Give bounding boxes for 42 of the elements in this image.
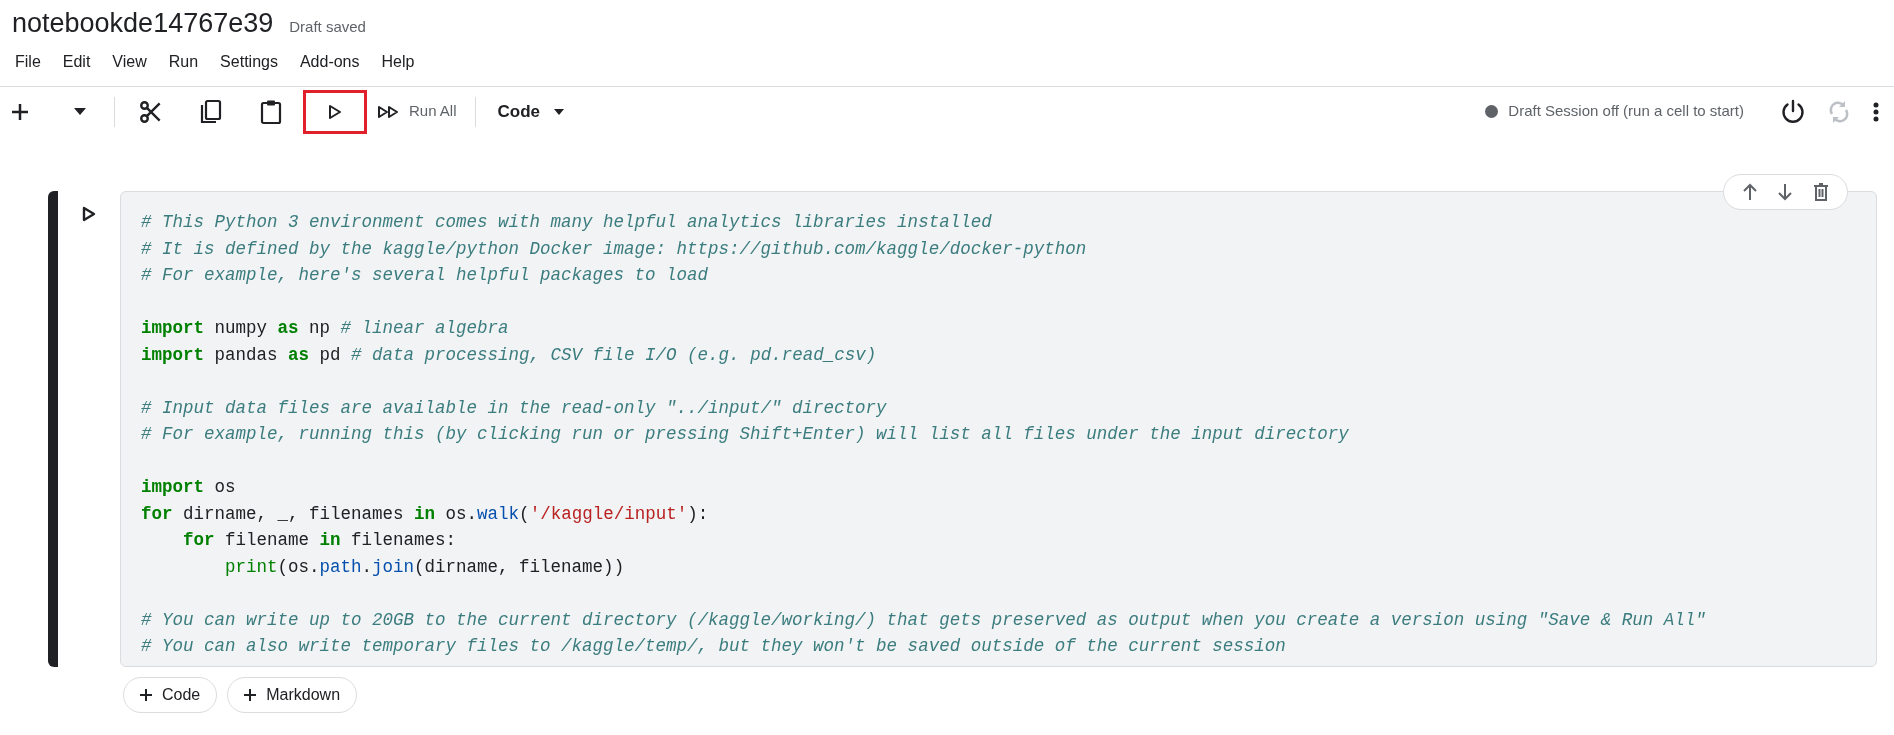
code-line: print(os.path.join(dirname, filename)) xyxy=(224,555,625,579)
code-line: # It is defined by the kaggle/python Docker image: https://github.com/kaggle/docker-python xyxy=(141,237,1087,261)
copy-icon xyxy=(199,98,223,125)
menu-item[interactable]: View xyxy=(101,48,158,76)
kebab-menu-icon xyxy=(1873,101,1879,122)
menu-item[interactable]: Settings xyxy=(209,48,289,76)
run-all-button[interactable]: Run All xyxy=(377,93,457,130)
plus-icon xyxy=(140,689,152,701)
refresh-icon xyxy=(1828,98,1850,125)
code-line: # This Python 3 environment comes with many helpful analytics libraries installed xyxy=(141,211,992,234)
arrow-down-icon xyxy=(1777,183,1794,201)
caret-icon xyxy=(554,108,565,115)
trash-icon xyxy=(1813,183,1830,201)
code-line: # You can also write temporary files to /kaggle/temp/, but they won't be saved outside of the current session xyxy=(141,635,1286,658)
code-line: for dirname, _, filenames in os.walk('/kaggle/input'): xyxy=(141,502,709,526)
run-cell-button[interactable] xyxy=(303,89,367,134)
code-line: # For example, here's several helpful packages to load xyxy=(141,264,709,287)
code-line: # Input data files are available in the read-only "../input/" directory xyxy=(141,396,887,420)
menu-item[interactable]: Add-ons xyxy=(288,48,371,76)
session-status: Draft Session off (run a cell to start) xyxy=(1508,101,1744,122)
play-icon xyxy=(328,103,342,120)
play-icon xyxy=(82,206,96,222)
notebook-title[interactable]: notebookde14767e39 xyxy=(12,6,274,40)
arrow-up-icon xyxy=(1741,183,1758,201)
code-line: # For example, running this (by clicking run or pressing Shift+Enter) will list all files under the input directory xyxy=(141,423,1349,446)
save-status: Draft saved xyxy=(289,16,366,37)
menu-item[interactable]: Run xyxy=(157,48,210,76)
cell-type-dropdown[interactable]: Code xyxy=(497,93,565,130)
caret-icon xyxy=(74,108,86,115)
code-editor[interactable] xyxy=(120,191,1877,667)
fast-forward-icon xyxy=(377,104,399,119)
clipboard-icon xyxy=(260,98,282,125)
code-line: import os xyxy=(141,476,236,499)
code-line: import numpy as np # linear algebra xyxy=(141,317,509,340)
plus-icon xyxy=(244,689,257,701)
code-line: # You can write up to 20GB to the current directory (/kaggle/working/) that gets preserved as output when you create a version using "Save & Run All" xyxy=(141,608,1706,632)
code-line: import pandas as pd # data processing, CSV file I/O (e.g. pd.read_csv) xyxy=(141,343,877,367)
menu-item[interactable]: Edit xyxy=(51,48,102,76)
code-line: for filename in filenames: xyxy=(182,529,457,552)
menu-item[interactable]: File xyxy=(4,48,52,76)
menu-item[interactable]: Help xyxy=(370,48,426,76)
power-icon xyxy=(1780,98,1806,125)
